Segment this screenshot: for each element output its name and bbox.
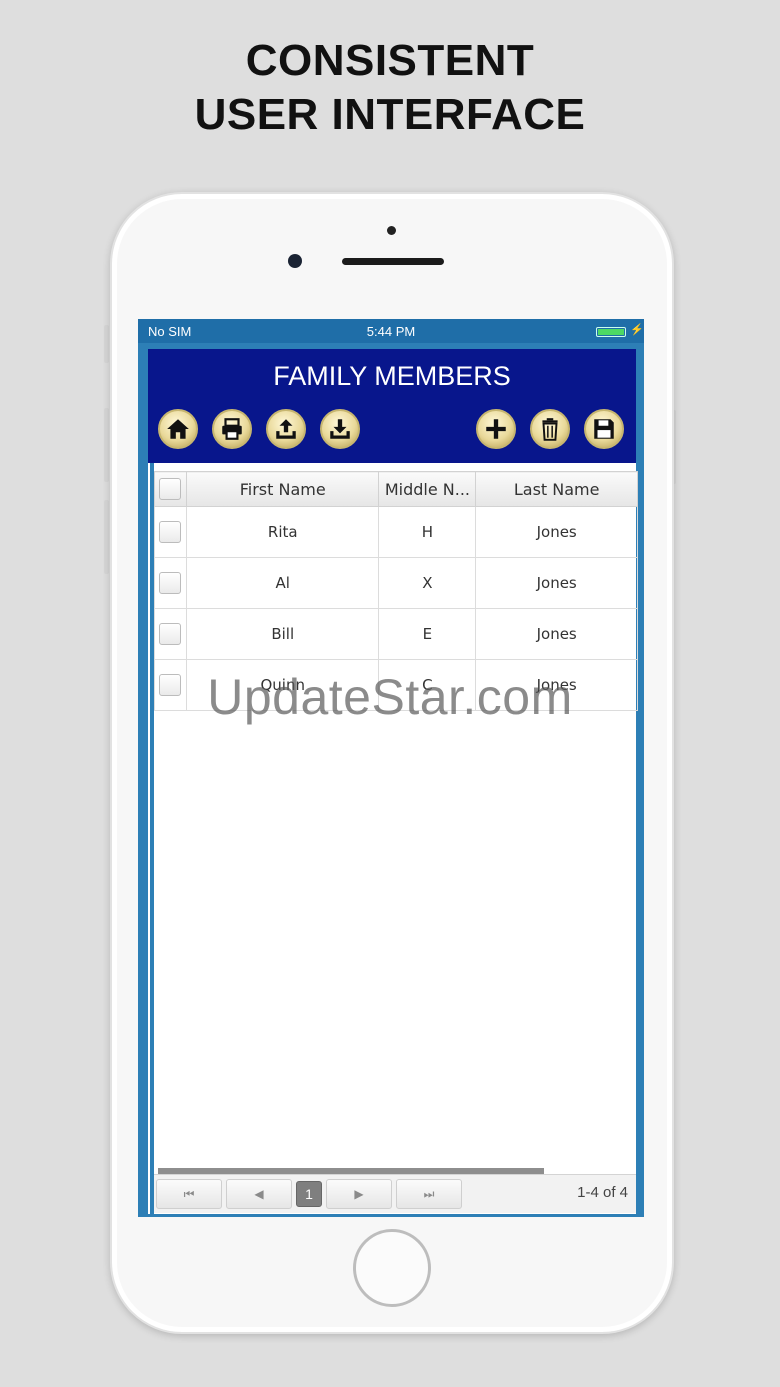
row-checkbox-cell[interactable] bbox=[154, 557, 187, 609]
headline: CONSISTENT USER INTERFACE bbox=[0, 34, 780, 142]
download-button[interactable] bbox=[320, 409, 360, 449]
last-name-cell[interactable]: Jones bbox=[475, 506, 638, 558]
first-name-cell[interactable]: Al bbox=[185, 557, 380, 609]
headline-line-2: USER INTERFACE bbox=[194, 90, 586, 139]
front-camera bbox=[288, 254, 302, 268]
page-info: 1-4 of 4 bbox=[577, 1184, 628, 1201]
table-row[interactable]: Al X Jones bbox=[154, 557, 638, 609]
row-checkbox[interactable] bbox=[159, 521, 182, 543]
table-row[interactable]: Rita H Jones bbox=[154, 506, 638, 558]
first-name-cell[interactable]: Bill bbox=[185, 608, 380, 660]
first-page-button[interactable]: ⏮ bbox=[156, 1179, 222, 1209]
next-page-icon: ▶ bbox=[354, 1187, 364, 1201]
home-button[interactable] bbox=[353, 1229, 431, 1307]
upload-button[interactable] bbox=[266, 409, 306, 449]
data-grid-panel: First Name Middle N... Last Name Rita H … bbox=[150, 463, 638, 1214]
next-page-button[interactable]: ▶ bbox=[326, 1179, 392, 1209]
first-name-cell[interactable]: Rita bbox=[185, 506, 380, 558]
add-button[interactable] bbox=[476, 409, 516, 449]
side-button-volume-down bbox=[104, 500, 109, 574]
print-button[interactable] bbox=[212, 409, 252, 449]
save-button[interactable] bbox=[584, 409, 624, 449]
middle-name-cell[interactable]: E bbox=[378, 608, 477, 660]
watermark: UpdateStar.com bbox=[207, 669, 573, 725]
middle-name-cell[interactable]: X bbox=[378, 557, 477, 609]
table-row[interactable]: Bill E Jones bbox=[154, 608, 638, 660]
last-page-icon: ⏭ bbox=[423, 1186, 435, 1201]
column-header-middle-name[interactable]: Middle N... bbox=[378, 471, 477, 507]
select-all-cell[interactable] bbox=[154, 471, 187, 507]
proximity-sensor bbox=[387, 226, 396, 235]
last-name-cell[interactable]: Jones bbox=[475, 557, 638, 609]
prev-page-icon: ◀ bbox=[254, 1187, 264, 1201]
column-header-first-name[interactable]: First Name bbox=[185, 471, 380, 507]
earpiece-speaker bbox=[342, 258, 444, 265]
last-name-cell[interactable]: Jones bbox=[475, 608, 638, 660]
trash-icon bbox=[542, 418, 558, 441]
column-header-last-name[interactable]: Last Name bbox=[475, 471, 638, 507]
home-toolbar-button[interactable] bbox=[158, 409, 198, 449]
row-checkbox-cell[interactable] bbox=[154, 506, 187, 558]
save-icon bbox=[594, 419, 614, 439]
home-icon bbox=[167, 419, 189, 439]
phone-screen: No SIM 5:44 PM ⚡ FAMILY MEMBERS First Na… bbox=[138, 319, 644, 1217]
app-window: FAMILY MEMBERS First Name Middle N... La… bbox=[148, 349, 638, 1214]
download-icon bbox=[330, 419, 350, 439]
prev-page-button[interactable]: ◀ bbox=[226, 1179, 292, 1209]
side-button-top bbox=[104, 325, 109, 363]
first-page-icon: ⏮ bbox=[183, 1186, 195, 1201]
row-checkbox[interactable] bbox=[159, 572, 182, 594]
add-icon bbox=[486, 419, 506, 439]
middle-name-cell[interactable]: H bbox=[378, 506, 477, 558]
pager: ⏮ ◀ 1 ▶ ⏭ 1-4 of 4 bbox=[154, 1174, 636, 1213]
select-all-checkbox[interactable] bbox=[159, 478, 182, 500]
status-bar: No SIM 5:44 PM ⚡ bbox=[138, 319, 644, 343]
delete-button[interactable] bbox=[530, 409, 570, 449]
side-button-volume-up bbox=[104, 408, 109, 482]
upload-icon bbox=[276, 419, 296, 439]
page-title: FAMILY MEMBERS bbox=[273, 361, 511, 391]
last-page-button[interactable]: ⏭ bbox=[396, 1179, 462, 1209]
row-checkbox[interactable] bbox=[159, 623, 182, 645]
clock: 5:44 PM bbox=[366, 324, 416, 339]
headline-line-1: CONSISTENT bbox=[245, 36, 535, 85]
row-checkbox-cell[interactable] bbox=[154, 608, 187, 660]
grid-header-row: First Name Middle N... Last Name bbox=[154, 471, 638, 507]
battery-icon bbox=[596, 327, 626, 337]
bolt-icon: ⚡ bbox=[630, 324, 644, 336]
title-bar: FAMILY MEMBERS bbox=[148, 349, 636, 463]
current-page[interactable]: 1 bbox=[296, 1181, 322, 1207]
print-icon bbox=[222, 418, 242, 440]
